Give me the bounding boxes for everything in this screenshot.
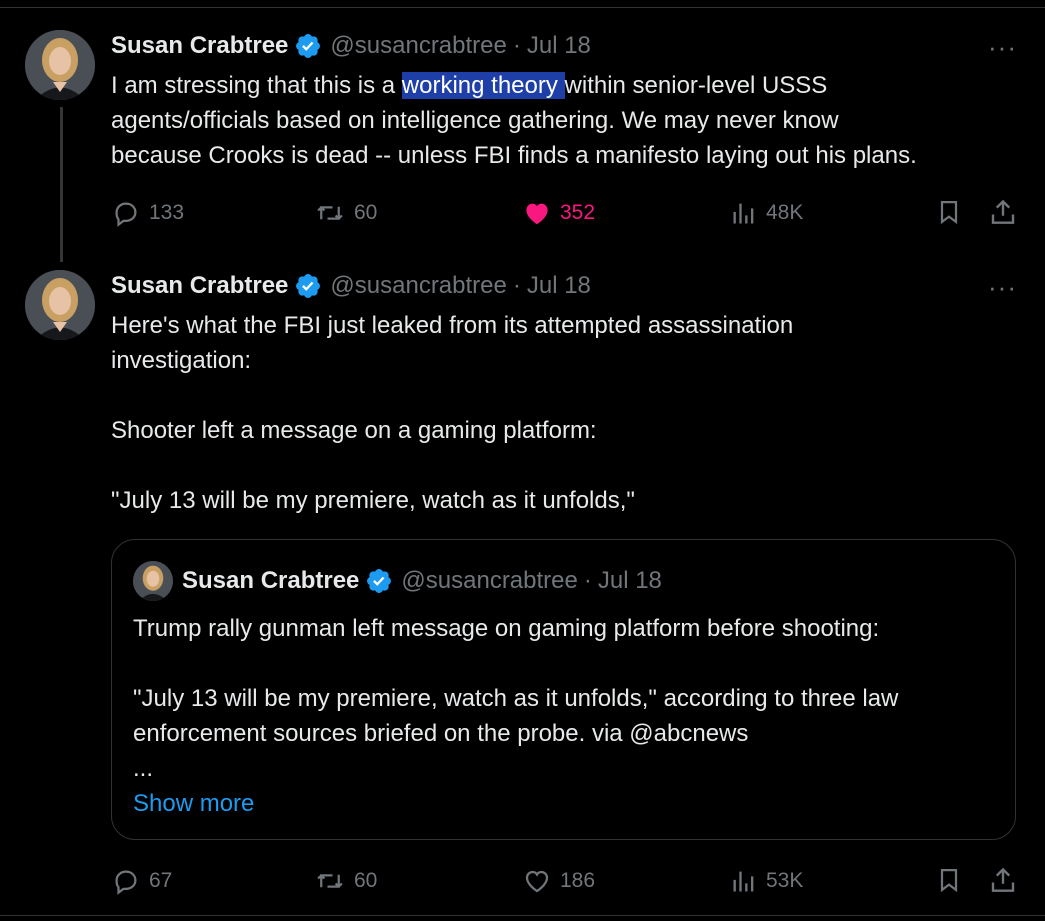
tweet-text-line: because Crooks is dead -- unless FBI fin… bbox=[111, 142, 917, 169]
avatar[interactable] bbox=[25, 30, 95, 100]
like-count: 186 bbox=[560, 869, 596, 892]
quoted-tweet-text: Trump rally gunman left message on gamin… bbox=[133, 611, 1003, 821]
more-icon[interactable]: ··· bbox=[988, 32, 1017, 63]
verified-badge-icon bbox=[367, 569, 392, 593]
like-count: 352 bbox=[560, 201, 596, 224]
author-name[interactable]: Susan Crabtree bbox=[111, 272, 288, 300]
repost-button[interactable]: 60 bbox=[314, 198, 377, 228]
tweet-text-line: agents/officials based on intelligence g… bbox=[111, 107, 839, 134]
reply-button[interactable]: 67 bbox=[111, 866, 172, 896]
show-more-link[interactable]: Show more bbox=[133, 786, 1003, 821]
reply-icon bbox=[115, 870, 137, 895]
post-date[interactable]: Jul 18 bbox=[527, 272, 591, 300]
tweet-text-line: "July 13 will be my premiere, watch as i… bbox=[111, 487, 635, 514]
quoted-text-line: "July 13 will be my premiere, watch as i… bbox=[133, 685, 899, 712]
share-button[interactable] bbox=[988, 865, 1026, 895]
quoted-author-name[interactable]: Susan Crabtree bbox=[182, 567, 359, 595]
separator: · bbox=[583, 567, 592, 594]
tweet-text-line: Shooter left a message on a gaming platf… bbox=[111, 417, 597, 444]
share-button[interactable] bbox=[988, 197, 1026, 227]
repost-count: 60 bbox=[354, 201, 378, 224]
quoted-tweet-card[interactable]: Susan Crabtree @susancrabtree · Jul 18 T… bbox=[111, 539, 1016, 840]
verified-badge-icon[interactable] bbox=[294, 32, 322, 60]
tweet-text-line: Here's what the FBI just leaked from its… bbox=[111, 312, 794, 339]
author-name[interactable]: Susan Crabtree bbox=[111, 32, 288, 60]
views-count: 48K bbox=[766, 201, 804, 224]
share-icon bbox=[991, 867, 1015, 892]
like-button[interactable]: 186 bbox=[522, 866, 595, 896]
repost-count: 60 bbox=[354, 869, 378, 892]
like-button[interactable]: 352 bbox=[522, 198, 595, 228]
bookmark-icon bbox=[940, 868, 958, 893]
quoted-text-ellipsis: ... bbox=[133, 755, 154, 782]
bookmark-button[interactable] bbox=[935, 865, 971, 895]
views-count: 53K bbox=[766, 869, 804, 892]
views-button[interactable]: 53K bbox=[730, 866, 803, 896]
more-icon[interactable]: ··· bbox=[988, 272, 1017, 303]
reply-icon bbox=[115, 202, 137, 227]
tweet-header: Susan Crabtree @susancrabtree · Jul 18 bbox=[111, 272, 591, 300]
views-icon bbox=[733, 203, 754, 224]
quoted-text-line: Trump rally gunman left message on gamin… bbox=[133, 615, 880, 642]
bottom-divider bbox=[0, 915, 1045, 916]
bookmark-icon bbox=[940, 200, 958, 225]
quoted-text-line: enforcement sources briefed on the probe… bbox=[133, 720, 749, 747]
tweet-header: Susan Crabtree @susancrabtree · Jul 18 bbox=[111, 32, 591, 60]
tweet-text: Here's what the FBI just leaked from its… bbox=[111, 308, 1026, 518]
tweet-text: I am stressing that this is a working th… bbox=[111, 68, 1026, 173]
views-icon bbox=[733, 871, 754, 892]
like-icon bbox=[526, 203, 548, 225]
repost-icon bbox=[317, 206, 343, 220]
quoted-avatar[interactable] bbox=[133, 561, 173, 601]
thread-connector-line bbox=[60, 107, 63, 262]
separator: · bbox=[512, 32, 521, 59]
reply-count: 67 bbox=[149, 869, 173, 892]
repost-icon bbox=[317, 874, 343, 888]
tweet-text-line: I am stressing that this is a working th… bbox=[111, 72, 828, 99]
author-handle[interactable]: @susancrabtree bbox=[330, 272, 506, 300]
views-button[interactable]: 48K bbox=[730, 198, 803, 228]
quoted-post-date[interactable]: Jul 18 bbox=[598, 567, 662, 595]
bookmark-button[interactable] bbox=[935, 197, 971, 227]
like-icon bbox=[525, 870, 549, 893]
post-date[interactable]: Jul 18 bbox=[527, 32, 591, 60]
reply-count: 133 bbox=[149, 201, 185, 224]
repost-button[interactable]: 60 bbox=[314, 866, 377, 896]
tweet-text-line: investigation: bbox=[111, 347, 252, 374]
reply-button[interactable]: 133 bbox=[111, 198, 184, 228]
quoted-author-handle[interactable]: @susancrabtree bbox=[401, 567, 577, 595]
verified-badge-icon[interactable] bbox=[294, 272, 322, 300]
separator: · bbox=[512, 272, 521, 299]
highlighted-text: working theory bbox=[401, 72, 565, 99]
share-icon bbox=[991, 199, 1015, 224]
author-handle[interactable]: @susancrabtree bbox=[330, 32, 506, 60]
quoted-tweet-header: Susan Crabtree @susancrabtree · Jul 18 bbox=[182, 567, 662, 595]
top-divider bbox=[0, 7, 1045, 8]
avatar[interactable] bbox=[25, 270, 95, 340]
